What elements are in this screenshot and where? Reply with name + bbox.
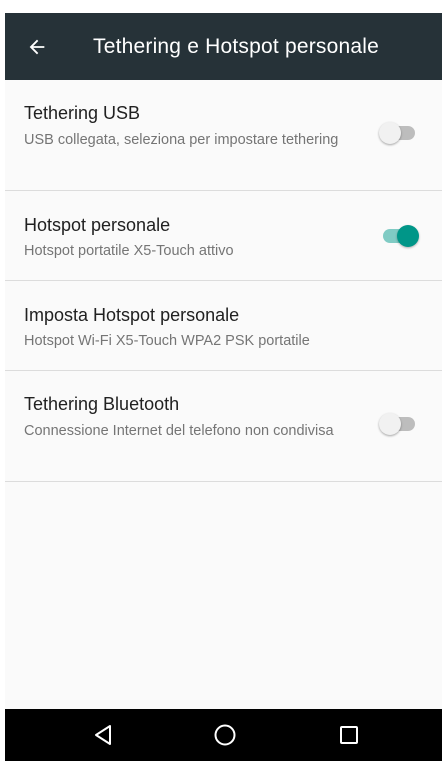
settings-screen: Tethering e Hotspot personale Tethering … (5, 13, 442, 761)
usb-tethering-toggle[interactable] (379, 122, 417, 144)
nav-recents-button[interactable] (331, 719, 367, 751)
toggle-thumb (397, 225, 419, 247)
toggle-thumb (379, 122, 401, 144)
nav-home-button[interactable] (207, 719, 243, 751)
setting-subtitle: Hotspot portatile X5-Touch attivo (24, 243, 234, 259)
page-title: Tethering e Hotspot personale (93, 35, 379, 58)
nav-back-button[interactable] (85, 719, 121, 751)
bluetooth-tethering-toggle[interactable] (379, 413, 417, 435)
setting-title: Hotspot personale (24, 215, 171, 235)
setting-usb-tethering[interactable]: Tethering USB USB collegata, seleziona p… (5, 80, 442, 191)
system-navigation-bar (5, 709, 442, 761)
back-button[interactable] (17, 27, 57, 67)
personal-hotspot-toggle[interactable] (379, 225, 419, 247)
settings-list: Tethering USB USB collegata, seleziona p… (5, 80, 442, 482)
setting-title: Imposta Hotspot personale (24, 305, 240, 325)
setting-title: Tethering Bluetooth (24, 394, 180, 414)
arrow-back-icon (29, 39, 45, 55)
nav-recents-square-icon (340, 726, 358, 744)
setting-bluetooth-tethering[interactable]: Tethering Bluetooth Connessione Internet… (5, 371, 442, 482)
setting-personal-hotspot[interactable]: Hotspot personale Hotspot portatile X5-T… (5, 191, 442, 281)
setting-subtitle: USB collegata, seleziona per impostare t… (24, 132, 339, 148)
toggle-thumb (379, 413, 401, 435)
setting-subtitle: Connessione Internet del telefono non co… (24, 423, 334, 439)
setting-configure-hotspot[interactable]: Imposta Hotspot personale Hotspot Wi-Fi … (5, 281, 442, 371)
app-bar: Tethering e Hotspot personale (5, 13, 442, 80)
nav-home-circle-icon (214, 724, 236, 746)
setting-title: Tethering USB (24, 103, 141, 123)
nav-back-triangle-icon (95, 725, 111, 745)
setting-subtitle: Hotspot Wi-Fi X5-Touch WPA2 PSK portatil… (24, 333, 310, 349)
